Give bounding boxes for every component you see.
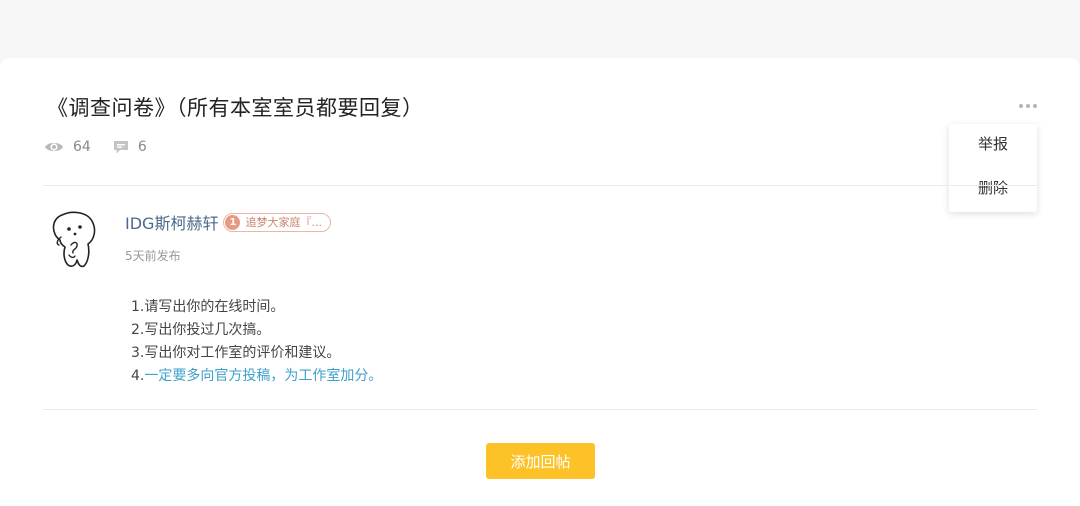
post-title: 《调查问卷》（所有本室室员都要回复） xyxy=(47,96,424,120)
post-body: 1.请写出你的在线时间。 2.写出你投过几次搞。 3.写出你对工作室的评价和建议… xyxy=(131,296,382,388)
author-row: IDG斯柯赫轩 1 追梦大家庭『... xyxy=(125,211,331,233)
eye-icon xyxy=(44,140,64,154)
content-line: 3.写出你对工作室的评价和建议。 xyxy=(131,345,341,361)
content-link[interactable]: 一定要多向官方投稿，为工作室加分。 xyxy=(144,368,382,384)
header-divider xyxy=(43,185,1037,186)
content-line: 4.一定要多向官方投稿，为工作室加分。 xyxy=(131,368,383,384)
more-options-button[interactable] xyxy=(1016,97,1040,115)
views-count: 64 xyxy=(73,139,91,155)
post-options-menu: 举报 删除 xyxy=(949,124,1037,212)
delete-menu-item[interactable]: 删除 xyxy=(949,168,1037,212)
author-name[interactable]: IDG斯柯赫轩 xyxy=(125,210,218,234)
comments-count: 6 xyxy=(137,139,147,155)
post-card xyxy=(0,58,1080,506)
avatar[interactable] xyxy=(47,207,103,271)
add-reply-button[interactable]: 添加回帖 xyxy=(486,443,595,479)
author-badge[interactable]: 1 追梦大家庭『... xyxy=(223,212,331,232)
content-line: 1.请写出你的在线时间。 xyxy=(131,299,285,315)
views-stat: 64 xyxy=(44,139,91,155)
comment-icon xyxy=(113,140,129,155)
more-dots-icon xyxy=(1019,104,1023,108)
post-time: 5天前发布 xyxy=(125,249,181,263)
content-divider xyxy=(43,409,1037,410)
report-menu-item[interactable]: 举报 xyxy=(949,124,1037,168)
badge-level: 1 xyxy=(225,214,241,230)
comments-stat: 6 xyxy=(113,139,147,155)
post-stats: 64 6 xyxy=(44,137,147,157)
content-line: 2.写出你投过几次搞。 xyxy=(131,322,271,338)
badge-text: 追梦大家庭『... xyxy=(245,216,322,229)
